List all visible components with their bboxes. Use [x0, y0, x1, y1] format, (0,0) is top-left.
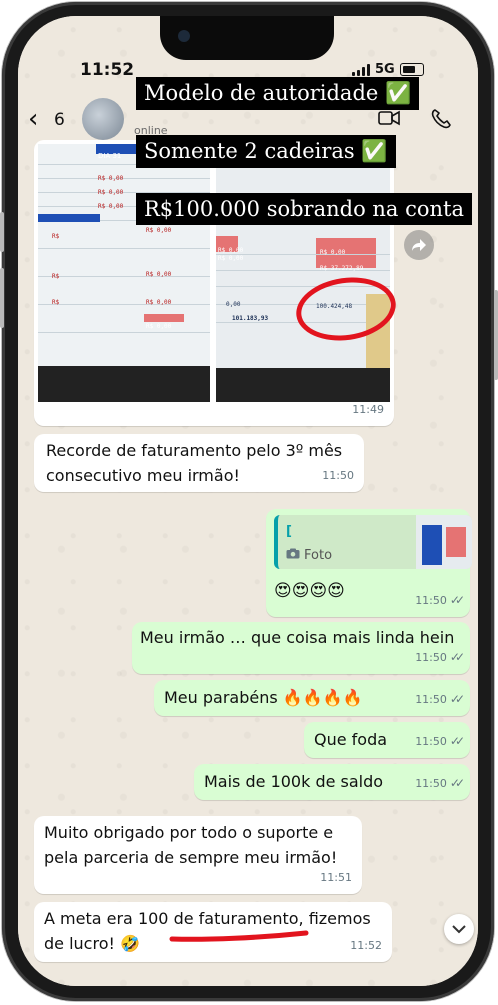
contact-avatar[interactable] [82, 98, 124, 140]
message-incoming[interactable]: Recorde de faturamento pelo 3º mês conse… [34, 434, 364, 492]
message-incoming[interactable]: Muito obrigado por todo o suporte e pela… [34, 816, 362, 894]
message-time: 11:50 ✓✓ [415, 645, 465, 670]
quote-prefix: [ [286, 524, 292, 539]
power-button [494, 290, 498, 380]
unread-count[interactable]: 6 [54, 110, 65, 130]
sheet-value: R$ 0,00 [218, 255, 244, 262]
camera-icon [286, 548, 300, 559]
sheet-value: R$ [52, 233, 60, 240]
sheet-value: R$ 0,00 [146, 299, 172, 306]
caption-1: Modelo de autoridade ✅ [136, 77, 420, 110]
message-outgoing-reply[interactable]: [ Foto 😍😍😍😍 11:50 ✓✓ [266, 509, 472, 617]
sheet-value: R$ [52, 273, 60, 280]
back-chevron-icon[interactable]: ‹ [28, 106, 38, 132]
sheet-value: R$ 0,00 [146, 323, 172, 330]
photo-right[interactable]: R$ 0,00 R$ 0,00 R$ 0,00 R$ 37.272,89 0,0… [216, 144, 390, 402]
message-outgoing[interactable]: Meu parabéns 🔥🔥🔥🔥 11:50 ✓✓ [154, 680, 470, 716]
sheet-bar [38, 214, 100, 222]
signal-icon [352, 63, 370, 76]
message-time: 11:50 ✓✓ [415, 771, 465, 796]
caption-3: R$100.000 sobrando na conta [136, 193, 473, 225]
network-label: 5G [375, 62, 395, 77]
message-time: 11:50 [322, 469, 354, 482]
read-ticks-icon: ✓✓ [449, 692, 465, 706]
volume-down-button [0, 268, 4, 328]
forward-icon[interactable] [404, 230, 434, 260]
message-time: 11:50 ✓✓ [415, 687, 465, 712]
message-text: Muito obrigado por todo o suporte e pela… [44, 823, 338, 867]
chevron-down-icon [452, 924, 466, 933]
message-time: 11:51 [320, 871, 352, 884]
message-text: Meu parabéns 🔥🔥🔥🔥 [164, 688, 363, 707]
message-time: 11:50 ✓✓ [415, 729, 465, 754]
message-time: 11:50 ✓✓ [415, 588, 465, 613]
volume-up-button [0, 212, 4, 252]
sheet-value: 101.183,93 [232, 315, 269, 322]
status-indicators: 5G [352, 62, 424, 77]
spreadsheet-right: R$ 0,00 R$ 0,00 R$ 0,00 R$ 37.272,89 0,0… [216, 144, 390, 402]
message-outgoing[interactable]: Que foda 11:50 ✓✓ [304, 722, 470, 758]
phone-call-icon[interactable] [430, 108, 452, 130]
message-time: 11:52 [350, 939, 382, 952]
sheet-value: R$ [52, 299, 60, 306]
battery-icon [399, 63, 424, 76]
quote-thumbnail [416, 515, 472, 569]
caption-2: Somente 2 cadeiras ✅ [136, 135, 396, 168]
message-text: Meu irmão … que coisa mais linda hein [140, 628, 455, 647]
read-ticks-icon: ✓✓ [449, 776, 465, 790]
time-label: 11:50 [415, 777, 447, 790]
message-text: Mais de 100k de saldo [204, 772, 384, 791]
time-label: 11:50 [415, 693, 447, 706]
message-outgoing[interactable]: Meu irmão … que coisa mais linda hein 11… [132, 622, 470, 674]
message-outgoing[interactable]: Mais de 100k de saldo 11:50 ✓✓ [194, 764, 470, 800]
message-text: 😍😍😍😍 [274, 581, 345, 601]
spreadsheet-left: DIA 31 R$ 0,00 R$ 0,00 R$ 0,00 R$ R$ R$ … [38, 144, 210, 402]
screen: 11:52 5G ‹ 6 online DIA 31 R$ 0,00 R$ 0,… [18, 16, 478, 986]
time-label: 11:50 [415, 735, 447, 748]
photo-left[interactable]: DIA 31 R$ 0,00 R$ 0,00 R$ 0,00 R$ R$ R$ … [38, 144, 210, 402]
quote-label: Foto [304, 548, 333, 563]
status-time: 11:52 [80, 60, 135, 80]
front-camera [178, 30, 190, 42]
message-time: 11:49 [352, 403, 384, 416]
laptop-bezel [38, 366, 210, 402]
read-ticks-icon: ✓✓ [449, 650, 465, 664]
scroll-down-button[interactable] [444, 914, 474, 944]
message-text: Que foda [314, 730, 388, 749]
read-ticks-icon: ✓✓ [449, 593, 465, 607]
video-call-icon[interactable] [378, 110, 400, 126]
sheet-value: R$ 0,00 [98, 203, 124, 210]
time-label: 11:50 [415, 651, 447, 664]
read-ticks-icon: ✓✓ [449, 734, 465, 748]
message-text: Recorde de faturamento pelo 3º mês conse… [46, 441, 343, 485]
quoted-photo[interactable]: [ Foto [274, 515, 472, 569]
time-label: 11:50 [415, 594, 447, 607]
sheet-value: R$ 0,00 [146, 271, 172, 278]
red-underline-annotation [169, 930, 309, 942]
